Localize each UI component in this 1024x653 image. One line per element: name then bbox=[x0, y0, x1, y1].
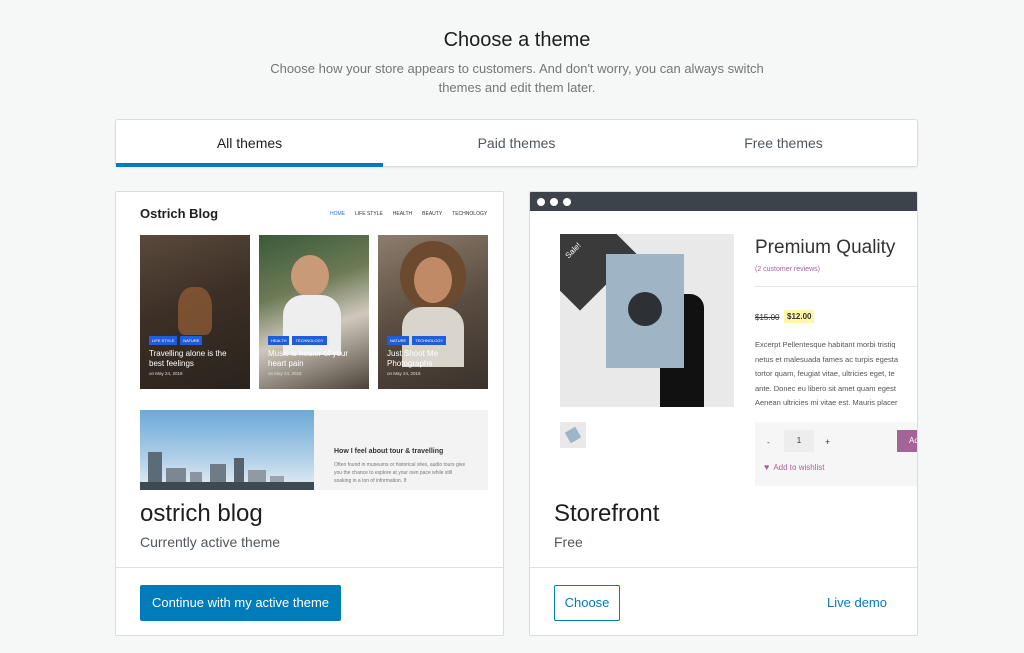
excerpt-line: ante. Donec eu libero sit amet quam eges… bbox=[755, 383, 896, 393]
preview-nav-item: HEALTH bbox=[392, 211, 413, 217]
product-image: Sale! bbox=[560, 234, 734, 407]
preview-post-tile: HEALTH TECHNOLOGY Music is healer of you… bbox=[259, 235, 369, 389]
preview-nav-item: TECHNOLOGY bbox=[452, 211, 488, 217]
preview-nav-item: LIFE STYLE bbox=[355, 211, 383, 217]
thumb-poster bbox=[564, 426, 582, 444]
live-demo-link[interactable]: Live demo bbox=[827, 595, 887, 610]
theme-card-storefront: Sale! Premium Quality (2 customer review… bbox=[529, 191, 918, 636]
theme-status: Currently active theme bbox=[140, 534, 281, 550]
preview-post-tile: LIFE STYLE NATURE Travelling alone is th… bbox=[140, 235, 250, 389]
old-price: $15.00 bbox=[755, 313, 780, 322]
preview-post-tile: NATURE TECHNOLOGY Just Shoot Me Photogra… bbox=[378, 235, 488, 389]
theme-status: Free bbox=[554, 534, 583, 550]
excerpt-line: tortor quam, feugiat vitae, ultricies eg… bbox=[755, 369, 895, 378]
preview-logo: Ostrich Blog bbox=[140, 206, 219, 221]
wishlist-label: Add to wishlist bbox=[773, 463, 825, 472]
product-excerpt: Excerpt Pellentesque habitant morbi tris… bbox=[755, 338, 917, 411]
theme-preview-storefront[interactable]: Sale! Premium Quality (2 customer review… bbox=[530, 192, 917, 489]
window-dot-icon bbox=[550, 198, 558, 206]
banner-text: Often found in museums or historical sit… bbox=[334, 462, 466, 484]
post-title: Travelling alone is the best feelings bbox=[149, 349, 227, 368]
card-actions: Choose Live demo bbox=[530, 567, 917, 635]
post-figure-body bbox=[283, 295, 341, 355]
theme-preview-ostrich-blog[interactable]: Ostrich Blog HOME LIFE STYLE HEALTH BEAU… bbox=[116, 192, 503, 490]
qty-plus: + bbox=[825, 437, 831, 447]
post-tag: LIFE STYLE bbox=[149, 336, 178, 345]
add-to-cart-button: Ad bbox=[897, 430, 917, 452]
preview-nav-item: BEAUTY bbox=[422, 211, 443, 217]
excerpt-line: netus et malesuada fames ac turpis egest… bbox=[755, 354, 898, 364]
post-figure bbox=[178, 287, 212, 335]
post-tags: NATURE TECHNOLOGY bbox=[387, 336, 447, 345]
window-dot-icon bbox=[563, 198, 571, 206]
preview-featured-banner: How I feel about tour & travelling Often… bbox=[140, 410, 488, 490]
post-title: Just Shoot Me Photographs bbox=[387, 349, 439, 368]
tab-free-themes[interactable]: Free themes bbox=[650, 120, 917, 166]
post-date: on May 24, 2018 bbox=[149, 371, 183, 376]
page-title: Choose a theme bbox=[443, 29, 591, 51]
product-thumbnail bbox=[560, 422, 586, 448]
tab-all-themes[interactable]: All themes bbox=[116, 120, 383, 167]
preview-nav: HOME LIFE STYLE HEALTH BEAUTY TECHNOLOGY bbox=[330, 211, 487, 217]
post-tag: NATURE bbox=[180, 336, 203, 345]
post-date: on May 24, 2018 bbox=[387, 371, 421, 376]
qty-minus: - bbox=[767, 438, 770, 447]
theme-filter-tabs: All themes Paid themes Free themes bbox=[115, 119, 918, 167]
post-figure bbox=[291, 255, 329, 297]
wishlist-link: ♥ Add to wishlist bbox=[764, 462, 824, 472]
banner-title: How I feel about tour & travelling bbox=[334, 448, 444, 455]
continue-active-theme-button[interactable]: Continue with my active theme bbox=[140, 585, 342, 621]
add-to-cart-area: - 1 + Ad ♥ Add to wishlist bbox=[755, 422, 917, 486]
divider bbox=[755, 286, 917, 287]
theme-name: ostrich blog bbox=[140, 500, 263, 527]
theme-card-ostrich-blog: Ostrich Blog HOME LIFE STYLE HEALTH BEAU… bbox=[115, 191, 504, 636]
post-tag: TECHNOLOGY bbox=[412, 336, 447, 345]
sale-price: $12.00 bbox=[784, 310, 815, 323]
excerpt-line: Aenean ultricies mi vitae est. Mauris pl… bbox=[755, 398, 898, 407]
page-subtitle: Choose how your store appears to custome… bbox=[270, 61, 764, 95]
post-date: on May 24, 2018 bbox=[268, 371, 302, 376]
post-figure bbox=[414, 257, 452, 303]
poster-logo-icon bbox=[628, 292, 662, 326]
post-tags: LIFE STYLE NATURE bbox=[149, 336, 203, 345]
city-waterline bbox=[140, 482, 314, 490]
post-tag: TECHNOLOGY bbox=[292, 336, 327, 345]
post-title: Music is healer of your heart pain bbox=[268, 349, 349, 368]
heart-icon: ♥ bbox=[764, 462, 770, 472]
qty-field: 1 bbox=[784, 430, 814, 452]
post-tag: NATURE bbox=[387, 336, 410, 345]
product-reviews: (2 customer reviews) bbox=[755, 266, 820, 273]
post-tag: HEALTH bbox=[268, 336, 290, 345]
card-actions: Continue with my active theme bbox=[116, 567, 503, 635]
choose-button[interactable]: Choose bbox=[554, 585, 620, 621]
preview-nav-item: HOME bbox=[330, 211, 345, 217]
browser-bar bbox=[530, 192, 917, 211]
post-tags: HEALTH TECHNOLOGY bbox=[268, 336, 327, 345]
theme-name: Storefront bbox=[554, 500, 660, 527]
excerpt-line: Excerpt Pellentesque habitant morbi tris… bbox=[755, 340, 896, 349]
window-dot-icon bbox=[537, 198, 545, 206]
product-title: Premium Quality bbox=[755, 237, 896, 258]
city-image bbox=[140, 410, 314, 490]
tab-paid-themes[interactable]: Paid themes bbox=[383, 120, 650, 166]
